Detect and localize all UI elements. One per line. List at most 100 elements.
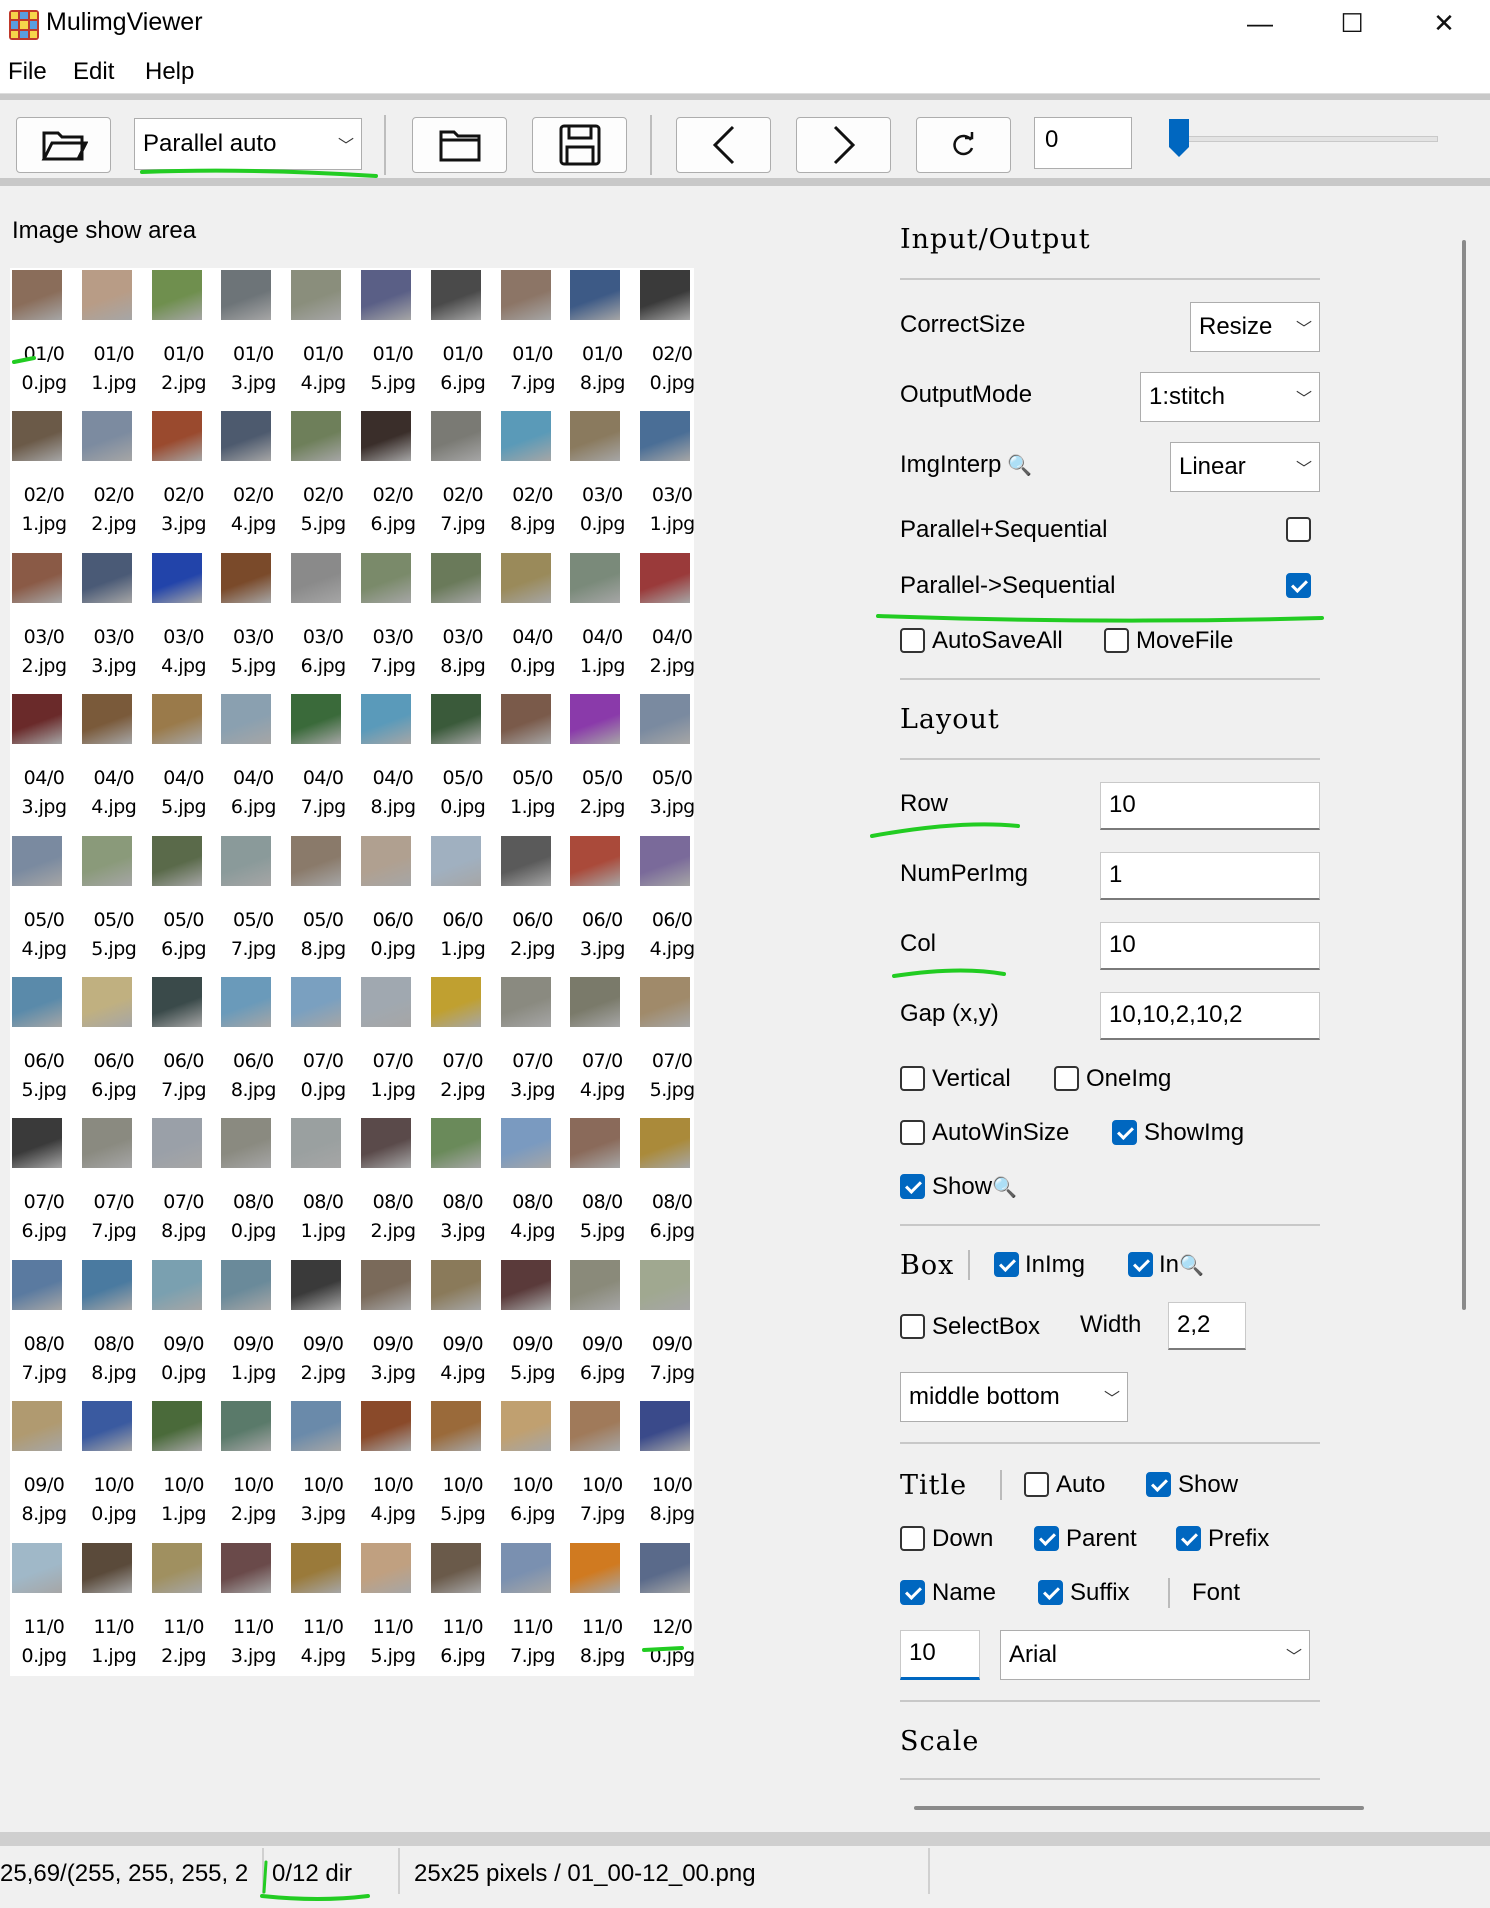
- row-input[interactable]: 10: [1100, 782, 1320, 830]
- selectbox-checkbox[interactable]: [900, 1314, 925, 1339]
- font-select[interactable]: Arial ﹀: [1000, 1630, 1310, 1680]
- image-cell[interactable]: 03/0 8.jpg: [429, 551, 497, 693]
- image-cell[interactable]: 06/0 2.jpg: [499, 834, 567, 976]
- image-cell[interactable]: 08/0 2.jpg: [359, 1116, 427, 1258]
- save-button[interactable]: [532, 117, 627, 173]
- image-cell[interactable]: 11/0 8.jpg: [568, 1541, 636, 1683]
- image-cell[interactable]: 01/0 2.jpg: [150, 268, 218, 410]
- image-cell[interactable]: 02/0 3.jpg: [150, 409, 218, 551]
- index-slider-thumb[interactable]: [1168, 118, 1190, 158]
- oneimg-checkbox[interactable]: [1054, 1066, 1079, 1091]
- image-cell[interactable]: 07/0 4.jpg: [568, 975, 636, 1117]
- image-cell[interactable]: 05/0 2.jpg: [568, 692, 636, 834]
- image-cell[interactable]: 10/0 3.jpg: [289, 1399, 357, 1541]
- title-show-checkbox[interactable]: [1146, 1472, 1171, 1497]
- panel-horizontal-scrollbar[interactable]: [914, 1806, 1364, 1810]
- image-cell[interactable]: 07/0 5.jpg: [638, 975, 706, 1117]
- image-cell[interactable]: 02/0 1.jpg: [10, 409, 78, 551]
- image-cell[interactable]: 02/0 6.jpg: [359, 409, 427, 551]
- image-cell[interactable]: 07/0 6.jpg: [10, 1116, 78, 1258]
- image-cell[interactable]: 05/0 3.jpg: [638, 692, 706, 834]
- autowinsize-checkbox[interactable]: [900, 1120, 925, 1145]
- refresh-button[interactable]: [916, 117, 1011, 173]
- image-cell[interactable]: 08/0 7.jpg: [10, 1258, 78, 1400]
- title-prefix-checkbox[interactable]: [1176, 1526, 1201, 1551]
- image-cell[interactable]: 08/0 4.jpg: [499, 1116, 567, 1258]
- image-cell[interactable]: 10/0 2.jpg: [219, 1399, 287, 1541]
- image-cell[interactable]: 01/0 6.jpg: [429, 268, 497, 410]
- image-cell[interactable]: 04/0 2.jpg: [638, 551, 706, 693]
- image-cell[interactable]: 08/0 8.jpg: [80, 1258, 148, 1400]
- image-cell[interactable]: 08/0 5.jpg: [568, 1116, 636, 1258]
- image-cell[interactable]: 05/0 7.jpg: [219, 834, 287, 976]
- image-cell[interactable]: 01/0 5.jpg: [359, 268, 427, 410]
- title-auto-checkbox[interactable]: [1024, 1472, 1049, 1497]
- image-cell[interactable]: 07/0 2.jpg: [429, 975, 497, 1117]
- image-cell[interactable]: 10/0 0.jpg: [80, 1399, 148, 1541]
- image-cell[interactable]: 01/0 1.jpg: [80, 268, 148, 410]
- image-cell[interactable]: 04/0 0.jpg: [499, 551, 567, 693]
- image-cell[interactable]: 06/0 6.jpg: [80, 975, 148, 1117]
- image-cell[interactable]: 11/0 5.jpg: [359, 1541, 427, 1683]
- image-cell[interactable]: 11/0 2.jpg: [150, 1541, 218, 1683]
- image-cell[interactable]: 05/0 6.jpg: [150, 834, 218, 976]
- box-position-select[interactable]: middle bottom ﹀: [900, 1372, 1128, 1422]
- minimize-button[interactable]: —: [1214, 0, 1306, 46]
- image-cell[interactable]: 03/0 1.jpg: [638, 409, 706, 551]
- image-cell[interactable]: 07/0 3.jpg: [499, 975, 567, 1117]
- image-cell[interactable]: 11/0 0.jpg: [10, 1541, 78, 1683]
- image-cell[interactable]: 09/0 1.jpg: [219, 1258, 287, 1400]
- image-cell[interactable]: 05/0 8.jpg: [289, 834, 357, 976]
- image-cell[interactable]: 07/0 8.jpg: [150, 1116, 218, 1258]
- in-checkbox[interactable]: [1128, 1252, 1153, 1277]
- image-cell[interactable]: 04/0 4.jpg: [80, 692, 148, 834]
- output-mode-select[interactable]: 1:stitch ﹀: [1140, 372, 1320, 422]
- image-cell[interactable]: 02/0 0.jpg: [638, 268, 706, 410]
- img-interp-select[interactable]: Linear ﹀: [1170, 442, 1320, 492]
- image-cell[interactable]: 10/0 6.jpg: [499, 1399, 567, 1541]
- image-cell[interactable]: 03/0 6.jpg: [289, 551, 357, 693]
- image-cell[interactable]: 11/0 6.jpg: [429, 1541, 497, 1683]
- image-cell[interactable]: 11/0 3.jpg: [219, 1541, 287, 1683]
- gap-input[interactable]: 10,10,2,10,2: [1100, 992, 1320, 1040]
- image-cell[interactable]: 12/0 0.jpg: [638, 1541, 706, 1683]
- image-cell[interactable]: 09/0 8.jpg: [10, 1399, 78, 1541]
- image-cell[interactable]: 06/0 5.jpg: [10, 975, 78, 1117]
- image-cell[interactable]: 06/0 4.jpg: [638, 834, 706, 976]
- image-cell[interactable]: 11/0 4.jpg: [289, 1541, 357, 1683]
- image-cell[interactable]: 08/0 6.jpg: [638, 1116, 706, 1258]
- image-cell[interactable]: 03/0 3.jpg: [80, 551, 148, 693]
- image-cell[interactable]: 01/0 0.jpg: [10, 268, 78, 410]
- autosaveall-checkbox[interactable]: [900, 628, 925, 653]
- image-cell[interactable]: 09/0 5.jpg: [499, 1258, 567, 1400]
- correct-size-select[interactable]: Resize ﹀: [1190, 302, 1320, 352]
- image-cell[interactable]: 06/0 7.jpg: [150, 975, 218, 1117]
- title-name-checkbox[interactable]: [900, 1580, 925, 1605]
- image-cell[interactable]: 08/0 1.jpg: [289, 1116, 357, 1258]
- numperimg-input[interactable]: 1: [1100, 852, 1320, 900]
- image-cell[interactable]: 02/0 7.jpg: [429, 409, 497, 551]
- image-cell[interactable]: 09/0 3.jpg: [359, 1258, 427, 1400]
- image-cell[interactable]: 05/0 4.jpg: [10, 834, 78, 976]
- image-cell[interactable]: 09/0 6.jpg: [568, 1258, 636, 1400]
- image-cell[interactable]: 01/0 3.jpg: [219, 268, 287, 410]
- col-input[interactable]: 10: [1100, 922, 1320, 970]
- menu-help[interactable]: Help: [145, 58, 194, 86]
- width-input[interactable]: 2,2: [1168, 1302, 1246, 1350]
- image-cell[interactable]: 04/0 3.jpg: [10, 692, 78, 834]
- output-folder-button[interactable]: [412, 117, 507, 173]
- index-input[interactable]: 0: [1034, 117, 1132, 169]
- menu-edit[interactable]: Edit: [73, 58, 114, 86]
- image-cell[interactable]: 04/0 1.jpg: [568, 551, 636, 693]
- par-seq-checkbox[interactable]: [1286, 517, 1311, 542]
- image-cell[interactable]: 11/0 7.jpg: [499, 1541, 567, 1683]
- image-cell[interactable]: 09/0 7.jpg: [638, 1258, 706, 1400]
- previous-button[interactable]: [676, 117, 771, 173]
- open-folder-button[interactable]: [16, 117, 111, 173]
- font-size-input[interactable]: 10: [900, 1630, 980, 1680]
- image-cell[interactable]: 07/0 0.jpg: [289, 975, 357, 1117]
- image-cell[interactable]: 02/0 5.jpg: [289, 409, 357, 551]
- image-cell[interactable]: 04/0 6.jpg: [219, 692, 287, 834]
- title-parent-checkbox[interactable]: [1034, 1526, 1059, 1551]
- title-down-checkbox[interactable]: [900, 1526, 925, 1551]
